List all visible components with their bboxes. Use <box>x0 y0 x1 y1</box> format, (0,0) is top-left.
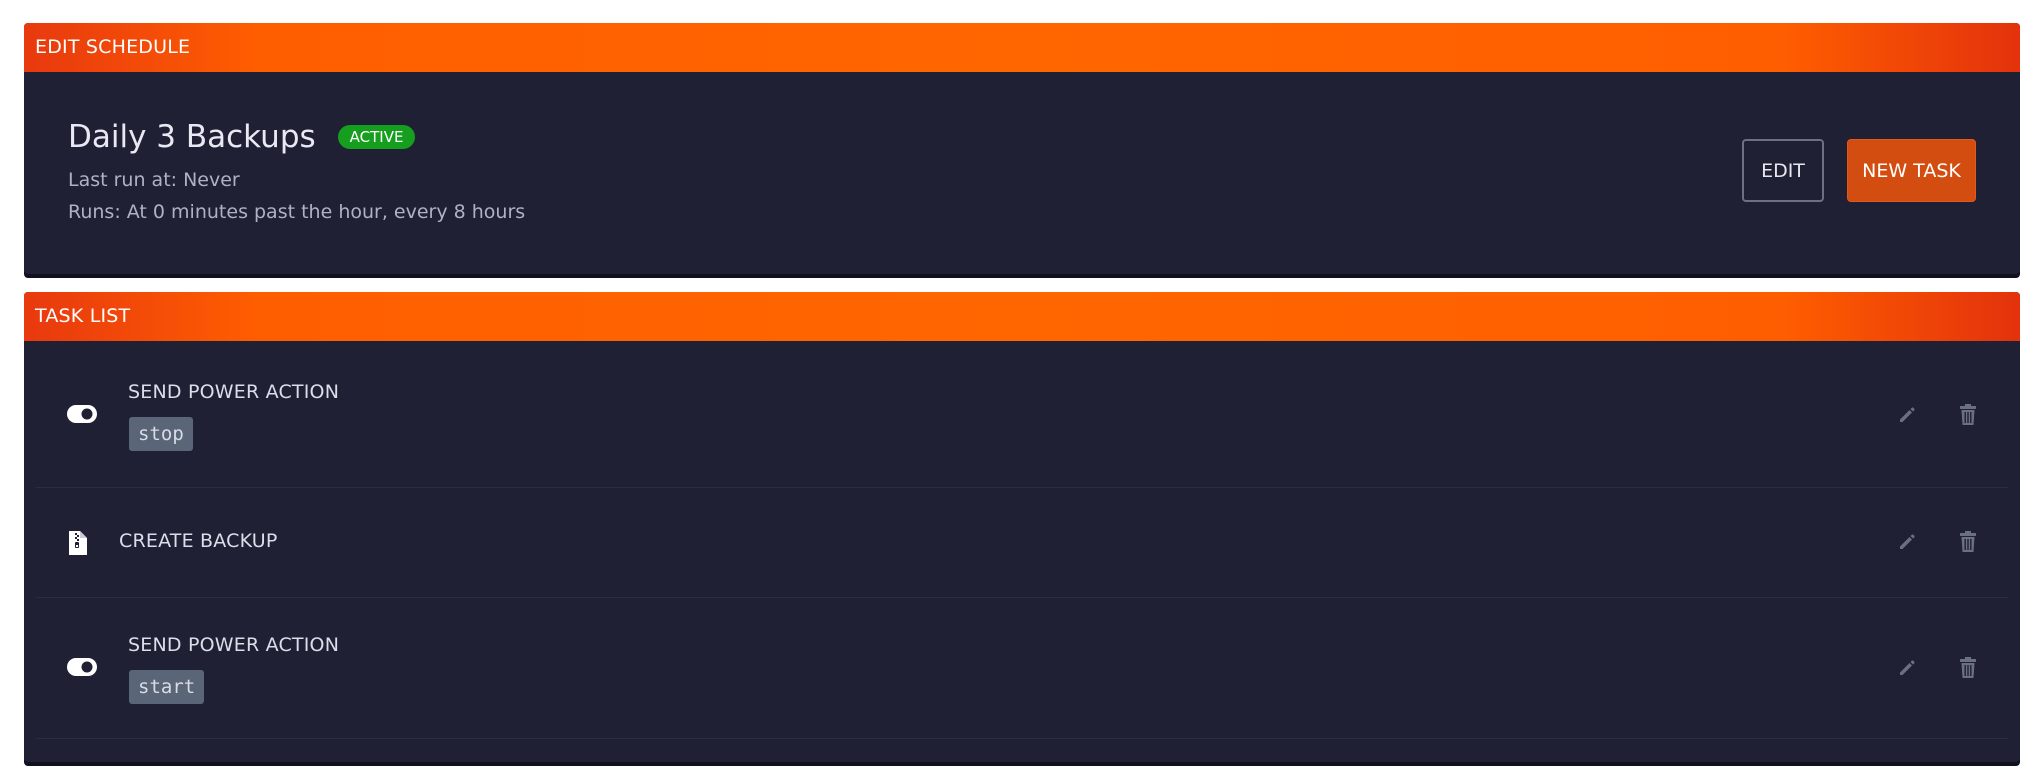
new-task-button[interactable]: NEW TASK <box>1847 139 1976 202</box>
pencil-icon[interactable] <box>1897 532 1917 556</box>
toggle-on-icon <box>67 658 97 680</box>
pencil-icon[interactable] <box>1897 405 1917 429</box>
edit-schedule-panel: EDIT SCHEDULE Daily 3 Backups ACTIVE Las… <box>24 23 2020 274</box>
task-row: CREATE BACKUP <box>36 488 2008 598</box>
task-payload: start <box>129 670 205 704</box>
runs-cron-text: Runs: At 0 minutes past the hour, every … <box>68 201 526 223</box>
task-label: CREATE BACKUP <box>119 530 278 552</box>
toggle-on-icon <box>67 405 97 427</box>
pencil-icon[interactable] <box>1897 658 1917 682</box>
schedule-title-row: Daily 3 Backups ACTIVE <box>68 119 416 155</box>
task-label: SEND POWER ACTION <box>128 634 340 656</box>
task-label: SEND POWER ACTION <box>128 381 340 403</box>
trash-icon[interactable] <box>1959 531 1977 557</box>
file-archive-icon <box>69 531 87 559</box>
task-row: SEND POWER ACTION stop <box>36 341 2008 488</box>
task-payload: stop <box>129 417 193 451</box>
status-badge: ACTIVE <box>337 125 416 149</box>
trash-icon[interactable] <box>1959 404 1977 430</box>
edit-schedule-header: EDIT SCHEDULE <box>24 23 2020 72</box>
task-list-panel: TASK LIST SEND POWER ACTION stop CREATE … <box>24 292 2020 762</box>
trash-icon[interactable] <box>1959 657 1977 683</box>
edit-schedule-button[interactable]: EDIT <box>1742 139 1824 202</box>
task-row: SEND POWER ACTION start <box>36 598 2008 739</box>
last-run-text: Last run at: Never <box>68 169 240 191</box>
schedule-title: Daily 3 Backups <box>68 119 316 155</box>
task-list-header: TASK LIST <box>24 292 2020 341</box>
